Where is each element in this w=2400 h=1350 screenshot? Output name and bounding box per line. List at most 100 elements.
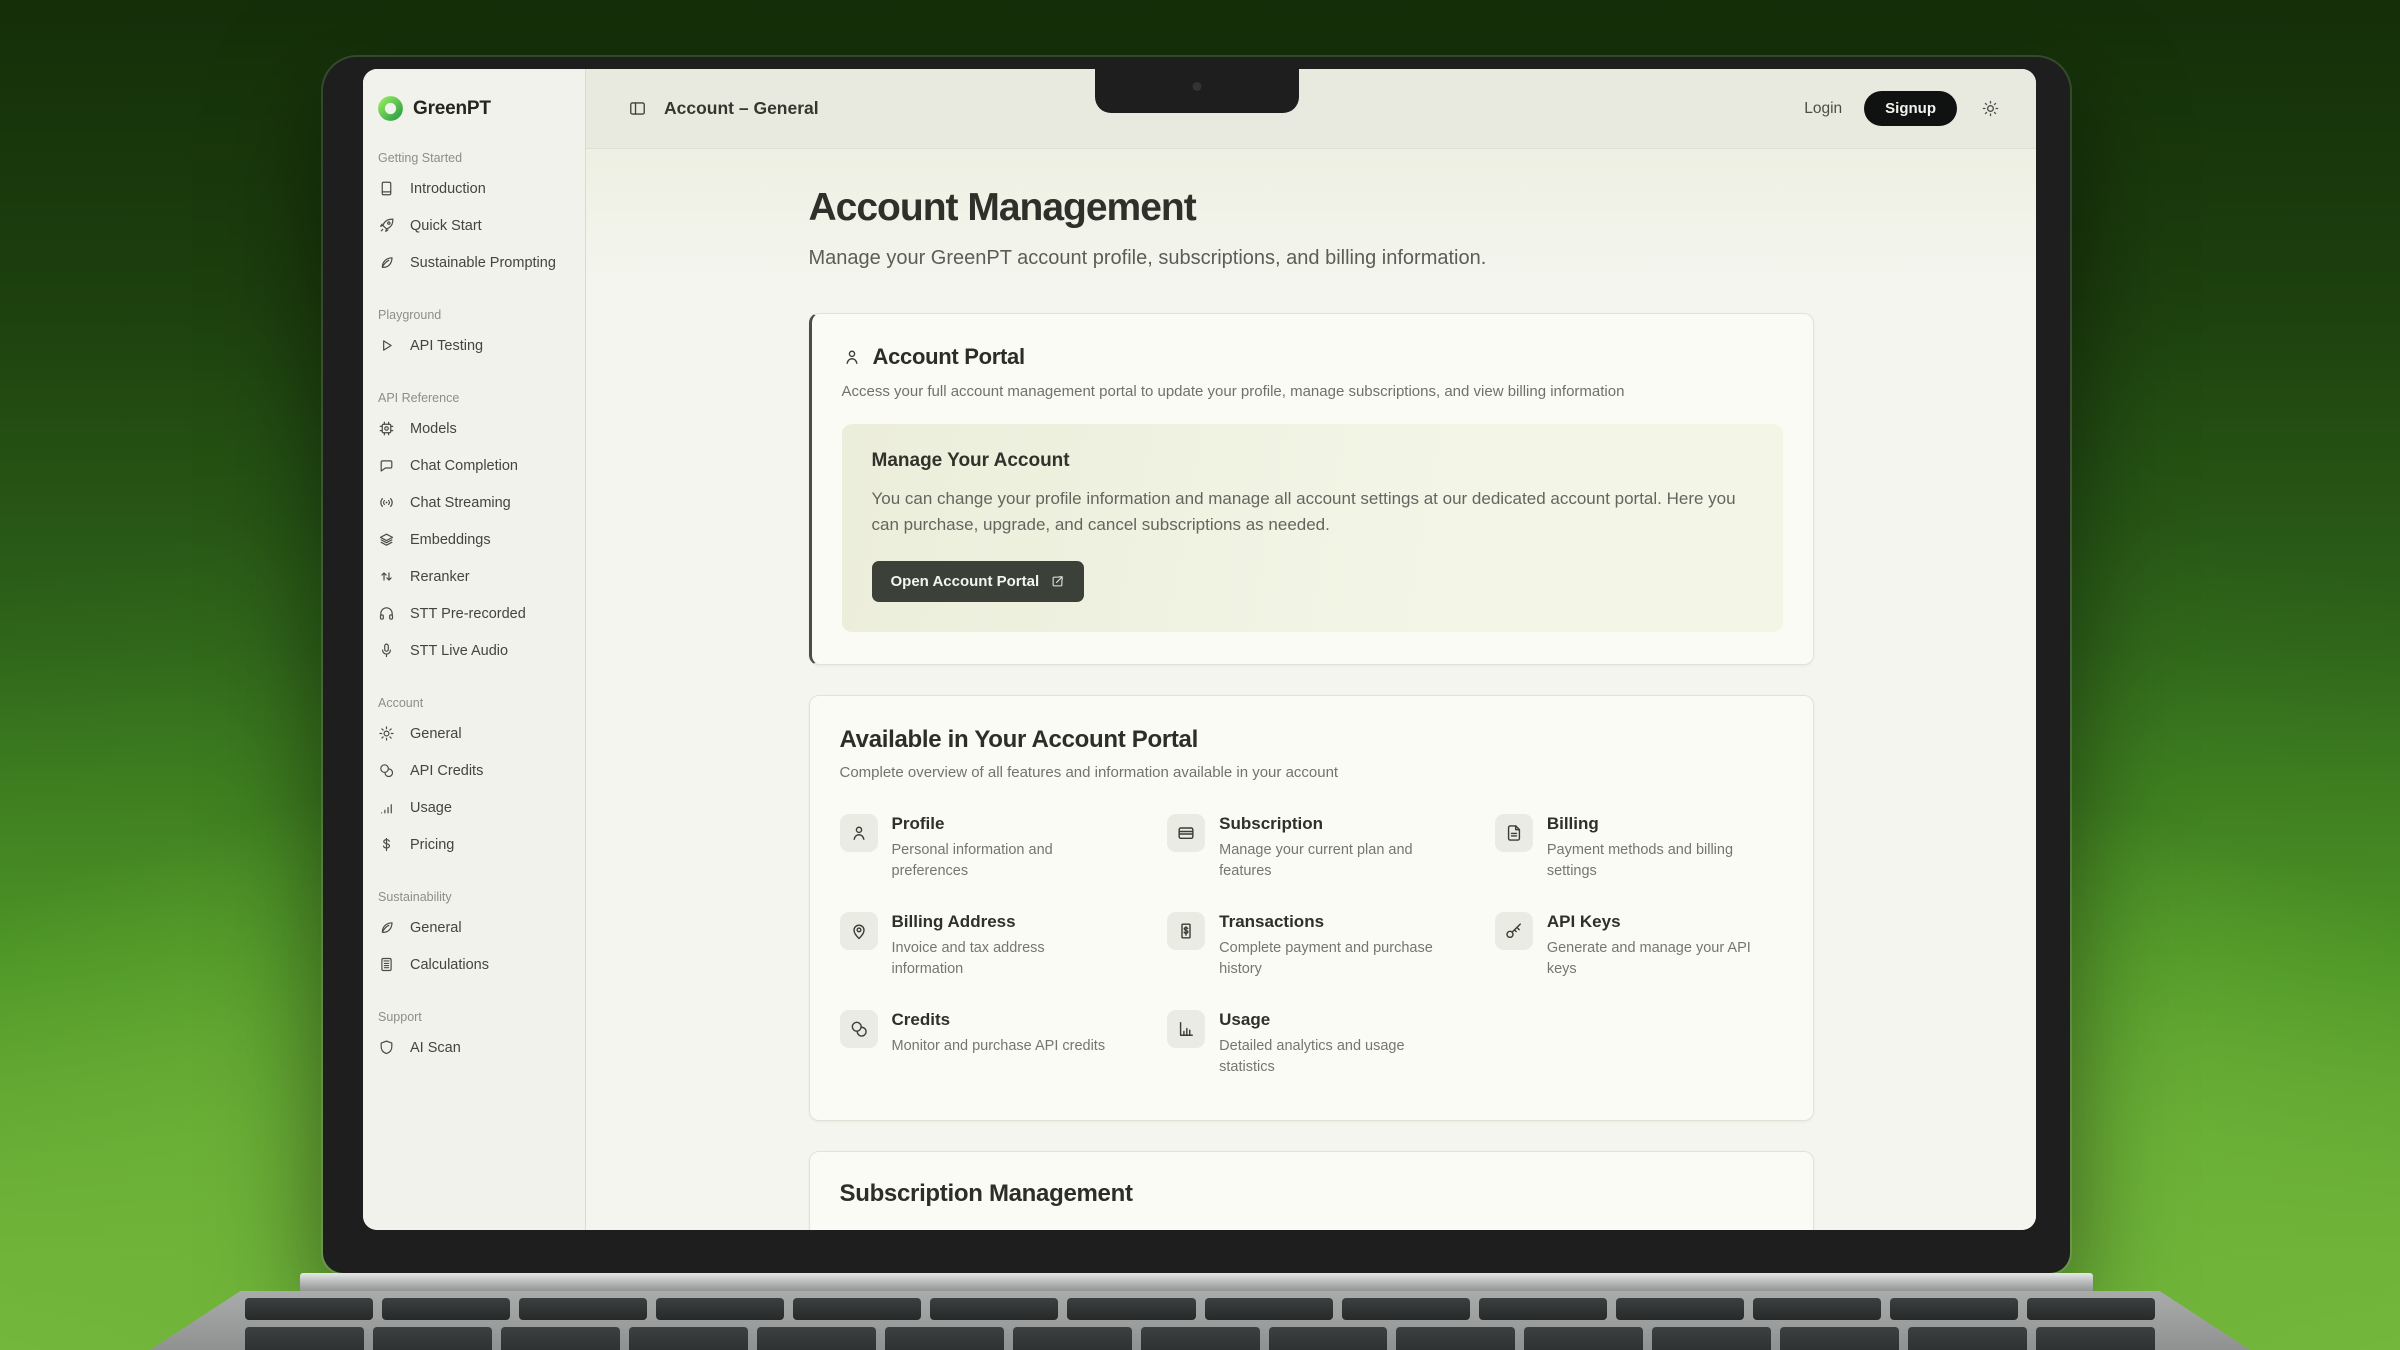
sidebar-section-label: API Reference (378, 391, 577, 405)
layers-icon (378, 531, 395, 548)
sidebar-item-label: STT Pre-recorded (410, 606, 526, 622)
open-account-portal-label: Open Account Portal (891, 573, 1040, 590)
keyboard-key (793, 1298, 921, 1320)
feature-credits[interactable]: CreditsMonitor and purchase API credits (840, 1010, 1128, 1078)
feature-title: Profile (892, 814, 1128, 834)
sidebar-item-api-testing[interactable]: API Testing (375, 327, 577, 364)
keyboard-row (245, 1327, 2155, 1350)
background: GreenPT Getting StartedIntroductionQuick… (0, 0, 2400, 1350)
sidebar-item-general[interactable]: General (375, 909, 577, 946)
keyboard-key (1890, 1298, 2018, 1320)
chart-axis-icon (1167, 1010, 1205, 1048)
user-icon (840, 814, 878, 852)
feature-subscription[interactable]: SubscriptionManage your current plan and… (1167, 814, 1455, 882)
keyboard-key (1141, 1327, 1260, 1350)
sidebar-item-sustainable-prompting[interactable]: Sustainable Prompting (375, 244, 577, 281)
laptop: GreenPT Getting StartedIntroductionQuick… (323, 57, 2070, 1273)
feature-profile[interactable]: Profile Personal information and preferen… (840, 814, 1128, 882)
portal-card-description: Access your full account management port… (842, 383, 1783, 400)
feature-title: Credits (892, 1010, 1122, 1030)
sidebar-item-api-credits[interactable]: API Credits (375, 752, 577, 789)
shield-icon (378, 1039, 395, 1056)
logo[interactable]: GreenPT (375, 91, 577, 124)
sidebar-item-general[interactable]: General (375, 715, 577, 752)
sidebar-item-quick-start[interactable]: Quick Start (375, 207, 577, 244)
feature-description: Personal information and preferences (892, 840, 1128, 882)
sidebar-item-label: AI Scan (410, 1040, 461, 1056)
headphones-icon (378, 605, 395, 622)
sidebar-item-embeddings[interactable]: Embeddings (375, 521, 577, 558)
sidebar-item-label: API Credits (410, 763, 483, 779)
keyboard-key (656, 1298, 784, 1320)
feature-api-keys[interactable]: API KeysGenerate and manage your API key… (1495, 912, 1783, 980)
sidebar-item-introduction[interactable]: Introduction (375, 170, 577, 207)
open-account-portal-button[interactable]: Open Account Portal (872, 561, 1085, 602)
feature-text: API KeysGenerate and manage your API key… (1547, 912, 1783, 980)
account-portal-card: Account Portal Access your full account … (809, 313, 1814, 665)
signup-button[interactable]: Signup (1864, 91, 1957, 126)
sidebar-item-label: Calculations (410, 957, 489, 973)
camera-dot (1192, 82, 1201, 91)
sidebar-item-usage[interactable]: Usage (375, 789, 577, 826)
sidebar-item-label: General (410, 726, 462, 742)
logo-text: GreenPT (413, 98, 491, 120)
keyboard-key (1269, 1327, 1388, 1350)
sidebar-toggle-icon[interactable] (628, 99, 647, 118)
sidebar-item-calculations[interactable]: Calculations (375, 946, 577, 983)
keyboard-key (757, 1327, 876, 1350)
camera-notch (1095, 57, 1299, 113)
coins-icon (840, 1010, 878, 1048)
keyboard-key (1479, 1298, 1607, 1320)
sidebar-item-label: Chat Completion (410, 458, 518, 474)
sidebar-item-reranker[interactable]: Reranker (375, 558, 577, 595)
page-heading: Account Management (809, 186, 1814, 230)
keyboard-key (1908, 1327, 2027, 1350)
sidebar-item-label: Introduction (410, 181, 486, 197)
sidebar-item-pricing[interactable]: Pricing (375, 826, 577, 863)
feature-title: API Keys (1547, 912, 1783, 932)
sidebar-item-chat-completion[interactable]: Chat Completion (375, 447, 577, 484)
sidebar-item-stt-live-audio[interactable]: STT Live Audio (375, 632, 577, 669)
subscription-card: Subscription Management (809, 1151, 1814, 1230)
keyboard-key (1616, 1298, 1744, 1320)
card-icon (1167, 814, 1205, 852)
sidebar-item-label: Embeddings (410, 532, 491, 548)
chart-icon (378, 799, 395, 816)
feature-text: SubscriptionManage your current plan and… (1219, 814, 1455, 882)
user-icon (842, 347, 862, 367)
page-title: Account – General (664, 98, 819, 119)
calculator-icon (378, 956, 395, 973)
broadcast-icon (378, 494, 395, 511)
feature-transactions[interactable]: TransactionsComplete payment and purchas… (1167, 912, 1455, 980)
feature-text: Billing AddressInvoice and tax address i… (892, 912, 1128, 980)
leaf-icon (378, 919, 395, 936)
sidebar-section-label: Account (378, 696, 577, 710)
feature-billing-address[interactable]: Billing AddressInvoice and tax address i… (840, 912, 1128, 980)
mic-icon (378, 642, 395, 659)
login-link[interactable]: Login (1804, 100, 1842, 118)
chat-icon (378, 457, 395, 474)
content-scroll[interactable]: Account Management Manage your GreenPT a… (586, 149, 2036, 1230)
sidebar-item-chat-streaming[interactable]: Chat Streaming (375, 484, 577, 521)
keyboard-key (1524, 1327, 1643, 1350)
sidebar-item-stt-pre-recorded[interactable]: STT Pre-recorded (375, 595, 577, 632)
feature-text: UsageDetailed analytics and usage statis… (1219, 1010, 1455, 1078)
keyboard-key (2027, 1298, 2155, 1320)
key-icon (1495, 912, 1533, 950)
keyboard-key (1067, 1298, 1195, 1320)
theme-toggle-icon[interactable] (1981, 99, 2000, 118)
sidebar-item-ai-scan[interactable]: AI Scan (375, 1029, 577, 1066)
sidebar-item-models[interactable]: Models (375, 410, 577, 447)
feature-text: TransactionsComplete payment and purchas… (1219, 912, 1455, 980)
feature-billing[interactable]: BillingPayment methods and billing setti… (1495, 814, 1783, 882)
book-icon (378, 180, 395, 197)
greenpt-logo-icon (377, 95, 404, 122)
keyboard-key (501, 1327, 620, 1350)
pin-icon (840, 912, 878, 950)
keyboard-row (245, 1298, 2155, 1320)
feature-title: Billing Address (892, 912, 1128, 932)
keyboard-keys (245, 1291, 2155, 1350)
keyboard-key (885, 1327, 1004, 1350)
receipt-icon (1167, 912, 1205, 950)
feature-usage[interactable]: UsageDetailed analytics and usage statis… (1167, 1010, 1455, 1078)
